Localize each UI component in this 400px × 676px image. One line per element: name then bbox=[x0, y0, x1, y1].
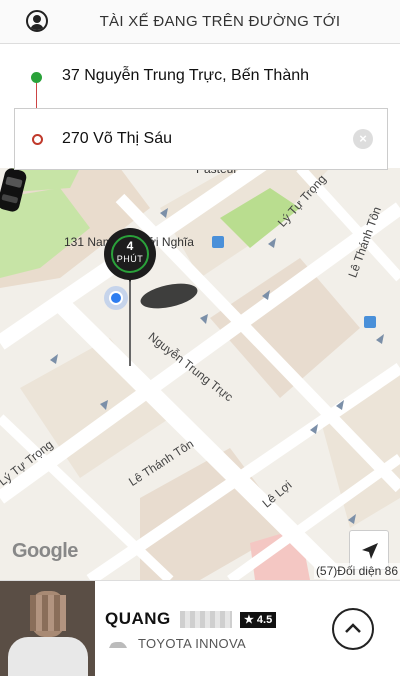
car-model: TOYOTA INNOVA bbox=[138, 636, 246, 651]
pickup-address[interactable]: 37 Nguyễn Trung Trực, Bến Thành bbox=[62, 67, 309, 85]
eta-unit: PHÚT bbox=[116, 254, 144, 264]
driver-panel[interactable]: QUANG ★ 4.5 TOYOTA INNOVA bbox=[0, 580, 400, 676]
clear-icon[interactable]: × bbox=[353, 129, 373, 149]
driver-surname-redacted bbox=[180, 611, 232, 628]
user-circle-icon[interactable] bbox=[26, 10, 48, 32]
route-card: 37 Nguyễn Trung Trực, Bến Thành 270 Võ T… bbox=[0, 44, 400, 170]
current-location-icon bbox=[104, 286, 128, 310]
page-title: TÀI XẾ ĐANG TRÊN ĐƯỜNG TỚI bbox=[99, 13, 341, 30]
destination-dot-icon bbox=[32, 134, 43, 145]
address-strip: (57)Đối diện 86 bbox=[313, 563, 400, 579]
driver-name: QUANG bbox=[105, 609, 171, 628]
destination-address[interactable]: 270 Võ Thị Sáu bbox=[62, 130, 172, 148]
chevron-up-icon[interactable] bbox=[332, 608, 374, 650]
destination-field[interactable]: 270 Võ Thị Sáu × bbox=[14, 108, 388, 170]
origin-dot-icon bbox=[31, 72, 42, 83]
map-view[interactable]: Pasteur 131 Nam Kỳ Khởi Nghĩa Nguyễn Tru… bbox=[0, 168, 400, 580]
driver-photo bbox=[0, 581, 95, 676]
top-bar: TÀI XẾ ĐANG TRÊN ĐƯỜNG TỚI bbox=[0, 0, 400, 44]
driver-rating: ★ 4.5 bbox=[240, 612, 277, 628]
car-icon bbox=[109, 642, 127, 648]
google-logo: Google bbox=[12, 540, 78, 562]
eta-minutes: 4 bbox=[126, 239, 134, 253]
